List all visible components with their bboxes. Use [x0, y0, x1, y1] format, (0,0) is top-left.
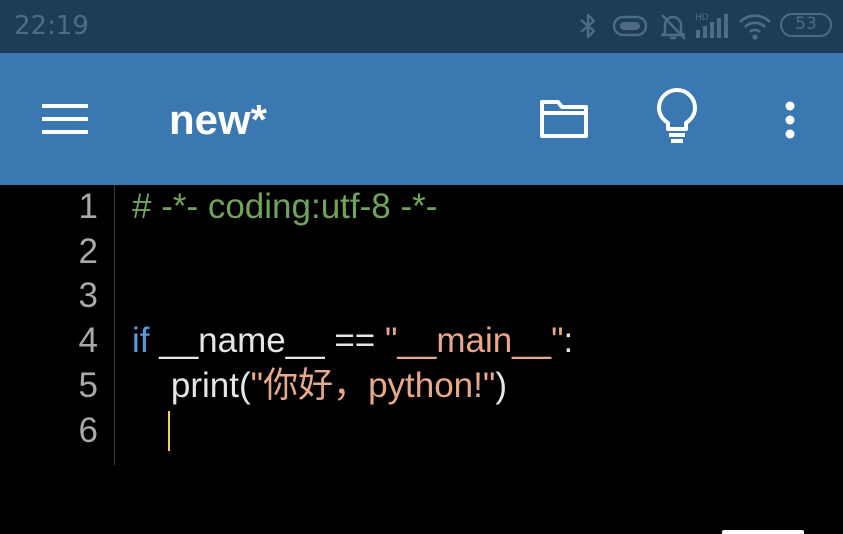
line-number-gutter: 1 2 3 45 6	[0, 185, 115, 465]
status-time: 22:19	[14, 11, 89, 41]
document-title: new*	[169, 96, 268, 143]
more-vert-icon	[770, 89, 810, 149]
lightbulb-icon	[646, 85, 708, 151]
code-token-string: "你好，python!"	[250, 365, 496, 405]
code-token-plain: __name__ ==	[149, 321, 385, 361]
menu-button[interactable]	[30, 91, 100, 147]
navigation-handle[interactable]	[722, 530, 804, 534]
code-line[interactable]: # -*- coding:utf-8 -*-	[132, 185, 437, 229]
line-number: 6	[78, 410, 98, 450]
open-folder-button[interactable]	[530, 89, 598, 149]
code-token-plain: print(	[132, 365, 251, 405]
line-number: 1	[78, 187, 98, 226]
code-token-string: "__main__"	[384, 321, 564, 361]
menu-icon	[30, 91, 100, 147]
battery-icon: 53	[780, 13, 832, 37]
folder-icon	[530, 89, 598, 149]
line-number: 4	[78, 321, 98, 361]
code-token-plain: :	[563, 321, 574, 361]
status-bar: 22:19 HD 53	[0, 0, 843, 53]
svg-text:HD: HD	[695, 13, 709, 23]
toolbar: new*	[0, 53, 843, 185]
text-cursor	[168, 411, 170, 451]
more-options-button[interactable]	[770, 89, 810, 149]
hint-button[interactable]	[646, 85, 708, 151]
wifi-icon	[737, 10, 773, 42]
alarm-off-icon	[656, 10, 690, 42]
code-line[interactable]: print("你好，python!")	[132, 364, 507, 408]
bluetooth-icon	[572, 10, 604, 42]
line-number: 2	[78, 231, 98, 271]
line-number: 5	[78, 365, 98, 405]
code-line[interactable]: if __name__ == "__main__":	[132, 319, 573, 363]
hd-signal-icon: HD	[694, 10, 730, 42]
line-number: 3	[78, 276, 98, 316]
code-token-plain: )	[495, 365, 507, 405]
code-editor[interactable]: 1 2 3 45 6 # -*- coding:utf-8 -*- if __name__…	[0, 185, 843, 534]
screen: 22:19 HD 53 new* 1 2 3 4 5 6 # -*- codin…	[0, 0, 843, 534]
vibrate-icon	[610, 10, 650, 42]
code-token-comment: # -*- coding:utf-8 -*-	[132, 187, 438, 226]
code-token-keyword: if	[132, 321, 150, 361]
